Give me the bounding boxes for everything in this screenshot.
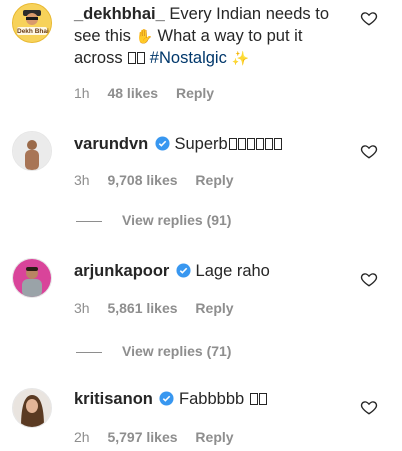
reply-button[interactable]: Reply [195,429,233,445]
divider-line [76,220,102,222]
comment-meta: 1h 48 likes Reply [74,85,228,101]
comment-body: What a way to put it [157,27,303,45]
comment-text: _dekhbhai_ Every Indian needs to see thi… [74,3,354,69]
view-replies-label: View replies (71) [122,343,232,359]
comment-text: kritisanon Fabbbbb [74,388,354,410]
divider-line [76,351,102,353]
avatar-image [13,259,51,297]
comment-body: Fabbbbb [179,390,245,408]
comment-time[interactable]: 1h [74,85,90,101]
comment-likes[interactable]: 48 likes [107,85,158,101]
comment-username[interactable]: varundvn [74,135,148,153]
comment-username[interactable]: _dekhbhai_ [74,5,165,23]
like-heart-icon[interactable] [360,9,378,27]
reply-button[interactable]: Reply [176,85,214,101]
comment-meta: 3h 5,861 likes Reply [74,300,248,316]
reply-button[interactable]: Reply [195,172,233,188]
comment-text: arjunkapoor Lage raho [74,260,354,282]
comment-likes[interactable]: 5,861 likes [107,300,177,316]
verified-badge-icon [159,391,174,406]
sparkles-icon: ✨ [231,50,249,66]
reply-button[interactable]: Reply [195,300,233,316]
comment-time[interactable]: 2h [74,429,90,445]
comment-time[interactable]: 3h [74,172,90,188]
comment-body: Superb [174,135,228,153]
emoji-placeholder-icon [228,135,282,153]
view-replies-button[interactable]: View replies (91) [76,212,231,228]
avatar-label: Dekh Bhai [17,28,49,35]
comment-text: varundvn Superb [74,133,354,155]
comment-body: see this [74,27,131,45]
comment-body: across [74,49,123,67]
avatar-image [13,4,51,42]
comment-username[interactable]: kritisanon [74,390,153,408]
comment-body: Every Indian needs to [169,5,329,23]
avatar[interactable] [12,388,52,428]
verified-badge-icon [176,263,191,278]
comment-meta: 3h 9,708 likes Reply [74,172,248,188]
avatar-image [13,389,51,427]
view-replies-button[interactable]: View replies (71) [76,343,231,359]
comment-likes[interactable]: 9,708 likes [107,172,177,188]
verified-badge-icon [155,136,170,151]
emoji-placeholder-icon [249,390,267,408]
like-heart-icon[interactable] [360,270,378,288]
comment-likes[interactable]: 5,797 likes [107,429,177,445]
comment-time[interactable]: 3h [74,300,90,316]
like-heart-icon[interactable] [360,398,378,416]
avatar-image [13,132,51,170]
emoji-placeholder-icon [127,49,146,67]
comment-meta: 2h 5,797 likes Reply [74,429,248,445]
avatar[interactable] [12,131,52,171]
avatar[interactable] [12,258,52,298]
avatar[interactable]: Dekh Bhai [12,3,52,43]
hand-emoji-icon: ✋ [135,28,153,44]
comment-body: Lage raho [195,262,270,280]
view-replies-label: View replies (91) [122,212,232,228]
like-heart-icon[interactable] [360,142,378,160]
hashtag-link[interactable]: #Nostalgic [150,49,227,67]
comment-username[interactable]: arjunkapoor [74,262,169,280]
